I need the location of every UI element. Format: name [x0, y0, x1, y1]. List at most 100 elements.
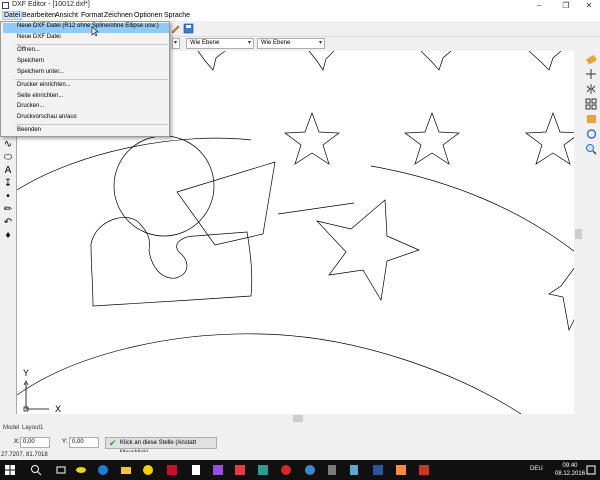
- menu-separator: [15, 79, 168, 80]
- minimize-button[interactable]: –: [528, 0, 550, 11]
- clock-time: 09:40: [555, 462, 585, 470]
- checkmark-icon: ✔: [109, 438, 117, 448]
- circle-shape: [114, 136, 214, 236]
- paint-app-icon[interactable]: [395, 464, 407, 476]
- star-shape: [526, 113, 574, 164]
- menu-optionen[interactable]: Optionen: [134, 12, 162, 19]
- edge-browser-icon[interactable]: [97, 464, 109, 476]
- smiley-app-icon[interactable]: [142, 464, 154, 476]
- task-view-icon[interactable]: [55, 464, 67, 476]
- file-explorer-icon[interactable]: [120, 464, 132, 476]
- mirror-icon[interactable]: [585, 83, 598, 95]
- menu-exit[interactable]: Beenden: [17, 127, 41, 133]
- search-icon[interactable]: [30, 464, 42, 476]
- eraser-icon[interactable]: [585, 54, 598, 66]
- vscroll-thumb[interactable]: [575, 229, 582, 239]
- rotate-icon[interactable]: ↶: [2, 217, 14, 229]
- rx-app-icon[interactable]: [280, 464, 292, 476]
- input-language[interactable]: DEU: [530, 466, 543, 472]
- polygon-shape: [177, 162, 275, 245]
- refresh-icon[interactable]: [585, 128, 598, 140]
- menu-ansicht[interactable]: Ansicht: [55, 12, 78, 19]
- dxf-editor-window: DXF Editor - [10012.dxf*] – ❐ ✕ Datei Be…: [0, 0, 600, 460]
- clock-date: 08.12.2016: [555, 470, 585, 478]
- layout-tabs: Model Layout1: [0, 423, 600, 434]
- menu-open[interactable]: Öffnen...: [17, 47, 40, 53]
- ellipse-icon[interactable]: ⬭: [2, 152, 14, 164]
- menu-datei[interactable]: Datei: [2, 11, 22, 20]
- close-button[interactable]: ✕: [578, 0, 600, 11]
- system-clock[interactable]: 09:40 08.12.2016: [555, 462, 585, 478]
- linetype-value: Wie Ebene: [190, 40, 219, 46]
- menu-save[interactable]: Speichern: [17, 58, 44, 64]
- pen-app-icon[interactable]: [234, 464, 246, 476]
- line-shape: [278, 203, 354, 214]
- document-app-icon[interactable]: [348, 464, 360, 476]
- curve-icon[interactable]: ∿: [2, 139, 14, 151]
- star-shape: [405, 113, 459, 164]
- save-icon[interactable]: [183, 23, 194, 34]
- menu-print[interactable]: Drucken...: [17, 103, 44, 109]
- image-app-icon[interactable]: [257, 464, 269, 476]
- windows-start-icon[interactable]: [4, 464, 16, 476]
- right-toolbar: [583, 51, 600, 423]
- zoom-icon[interactable]: [585, 143, 598, 155]
- star-shape: [421, 51, 451, 70]
- star-shape: [198, 51, 225, 70]
- notifications-icon[interactable]: [586, 464, 596, 476]
- linewidth-value: Wie Ebene: [261, 40, 290, 46]
- cursor-coordinates: 27.7207, 81.7018: [1, 452, 48, 458]
- menu-bearbeiten[interactable]: Bearbeiten: [22, 12, 56, 19]
- linetype-combo-end[interactable]: ▾: [172, 38, 180, 49]
- menu-zeichnen[interactable]: Zeichnen: [104, 12, 133, 19]
- hearts-app-icon[interactable]: [166, 464, 178, 476]
- restore-button[interactable]: ❐: [555, 0, 577, 11]
- star-shape: [529, 51, 561, 70]
- menu-printer-setup[interactable]: Drucker einrichten...: [17, 82, 71, 88]
- axis-y-label: Y: [23, 368, 29, 378]
- arc-shape: [371, 166, 574, 252]
- dimension-icon[interactable]: ↧: [2, 178, 14, 190]
- star-shape: [317, 200, 419, 300]
- tab-layout1[interactable]: Layout1: [22, 425, 43, 431]
- horizontal-scrollbar[interactable]: [16, 414, 574, 423]
- text-icon[interactable]: A: [2, 165, 14, 177]
- word-app-icon[interactable]: [372, 464, 384, 476]
- file-menu-dropdown: Neue DXF Datei (R12 ohne Spline/ohne Ell…: [0, 21, 170, 137]
- cards-app-icon[interactable]: [190, 464, 202, 476]
- colorful-app-icon[interactable]: [212, 464, 224, 476]
- menu-new-r12[interactable]: Neue DXF Datei (R12 ohne Spline/ohne Ell…: [17, 23, 159, 29]
- fill-icon[interactable]: ♦: [2, 230, 14, 242]
- window-title: DXF Editor - [10012.dxf*]: [12, 1, 90, 8]
- y-input[interactable]: 0,00: [69, 437, 99, 448]
- windows-taskbar: DEU 09:40 08.12.2016: [0, 460, 600, 480]
- menu-save-as[interactable]: Speichern unter...: [17, 69, 64, 75]
- hscroll-thumb[interactable]: [293, 415, 303, 422]
- menu-format[interactable]: Format: [81, 12, 103, 19]
- dxf-editor-task-icon[interactable]: [418, 464, 430, 476]
- menu-sprache[interactable]: Sprache: [164, 12, 190, 19]
- move-icon[interactable]: [585, 68, 598, 80]
- menu-separator: [15, 44, 168, 45]
- tab-model[interactable]: Model: [3, 425, 19, 431]
- point-icon[interactable]: •: [2, 191, 14, 203]
- star-shape: [285, 113, 339, 164]
- pencil-icon[interactable]: [170, 23, 181, 34]
- star-shape: [549, 267, 574, 330]
- array-icon[interactable]: [585, 98, 598, 110]
- menu-new-dxf[interactable]: Neue DXF Datei: [17, 34, 61, 40]
- x-input[interactable]: 0,00: [20, 437, 50, 448]
- menu-page-setup[interactable]: Seite einrichten...: [17, 93, 63, 99]
- dvd-app-icon[interactable]: [304, 464, 316, 476]
- calculator-icon[interactable]: [326, 464, 338, 476]
- brush-icon[interactable]: ✏: [2, 204, 14, 216]
- linewidth-combo[interactable]: Wie Ebene▾: [257, 38, 325, 49]
- confirm-point-button[interactable]: ✔ Klick an diese Stelle (Anstatt Mauskli…: [105, 437, 217, 449]
- measure-icon[interactable]: [585, 113, 598, 125]
- star-shape: [309, 51, 334, 70]
- batman-app-icon[interactable]: [75, 464, 87, 476]
- vertical-scrollbar[interactable]: [574, 51, 583, 414]
- menu-print-preview[interactable]: Druckvorschau an/aus: [17, 114, 77, 120]
- linetype-combo[interactable]: Wie Ebene▾: [186, 38, 254, 49]
- menu-separator: [15, 124, 168, 125]
